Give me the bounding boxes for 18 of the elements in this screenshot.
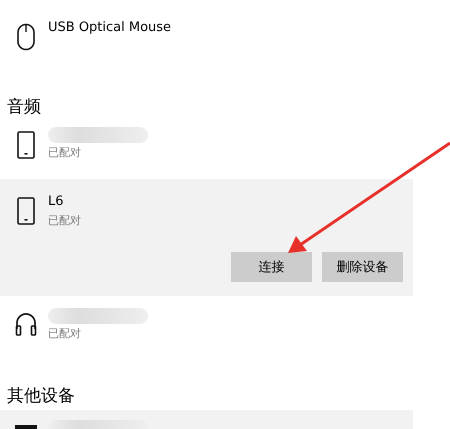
section-heading: 其他设备 [6, 385, 76, 408]
device-row[interactable]: L6 已配对 连接 删除设备 [0, 179, 413, 296]
device-row[interactable]: USB Optical Mouse [0, 11, 413, 71]
device-icon [14, 424, 38, 429]
device-action-button[interactable]: 删除设备 [322, 252, 403, 282]
device-status: 已配对 [48, 213, 81, 229]
device-row[interactable]: 已配对 [0, 119, 413, 179]
device-name: L6 [48, 193, 65, 211]
device-status: 已配对 [48, 326, 82, 342]
device-status: 已配对 [48, 145, 82, 161]
device-action-button[interactable]: 连接 [231, 252, 312, 282]
device-name: USB Optical Mouse [48, 19, 172, 37]
phone-icon [17, 197, 35, 225]
headphones-icon [15, 312, 37, 336]
phone-icon [17, 131, 35, 159]
mouse-icon [16, 23, 36, 51]
device-row[interactable]: 已配对 [0, 296, 413, 356]
section-heading: 音频 [6, 96, 42, 119]
